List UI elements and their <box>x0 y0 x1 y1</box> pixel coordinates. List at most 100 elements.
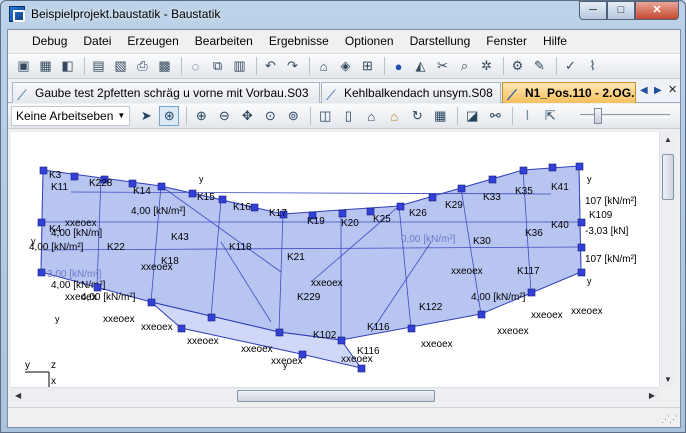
node-label: K43 <box>171 232 189 243</box>
svg-text:y: y <box>199 174 204 184</box>
scroll-left-icon[interactable]: ◀ <box>15 391 21 400</box>
support-label: xxeoex <box>421 339 453 350</box>
tool-icon[interactable]: ✎ <box>530 57 549 76</box>
tab-close-icon[interactable]: ✕ <box>668 83 677 96</box>
house-icon[interactable]: ⌂ <box>361 106 381 126</box>
pointer-icon[interactable]: ➤ <box>136 106 156 126</box>
scissors-icon[interactable]: ✂ <box>433 57 452 76</box>
load-label: 4,00 [kN/m²] <box>81 292 136 303</box>
node-label: K41 <box>551 182 569 193</box>
save-icon[interactable]: ▦ <box>36 57 55 76</box>
save-all-icon[interactable]: ◧ <box>58 57 77 76</box>
grid-icon[interactable]: ▦ <box>430 106 450 126</box>
svg-text:y: y <box>31 236 36 246</box>
structure-drawing: y z x xxeoex xxeoex xxeoex xxeoex xxeoex… <box>25 162 637 387</box>
tab-kehlbalkendach[interactable]: ⟋ Kehlbalkendach unsym.S08 <box>321 82 501 103</box>
menu-fenster[interactable]: Fenster <box>478 31 535 51</box>
plot-icon[interactable]: ⌇ <box>583 57 602 76</box>
new-icon[interactable]: ▣ <box>14 57 33 76</box>
horizontal-scrollbar[interactable]: ◀ ▶ <box>11 387 659 404</box>
vertical-scroll-thumb[interactable] <box>662 154 674 200</box>
axis-x-label: x <box>51 376 56 387</box>
load-label: 107 [kN/m²] <box>585 254 637 265</box>
export-icon[interactable]: ▩ <box>155 57 174 76</box>
load-label: 4,00 [kN/m²] <box>29 242 84 253</box>
horizontal-scroll-thumb[interactable] <box>237 390 435 402</box>
page-icon[interactable]: ▤ <box>89 57 108 76</box>
lasso-icon[interactable]: ◌ <box>186 57 205 76</box>
zoom-in-icon[interactable]: ⊕ <box>191 106 211 126</box>
zoom-all-icon[interactable]: ⊚ <box>283 106 303 126</box>
close-button[interactable]: ✕ <box>635 1 679 20</box>
zoom-out-icon[interactable]: ⊖ <box>214 106 234 126</box>
building-icon[interactable]: ⌂ <box>314 57 333 76</box>
tab-scroll-right-icon[interactable]: ▶ <box>654 85 662 96</box>
view-side-icon[interactable]: ▯ <box>338 106 358 126</box>
support-label: xxeoex <box>241 344 273 355</box>
pan-icon[interactable]: ✥ <box>237 106 257 126</box>
maximize-button[interactable]: □ <box>607 1 635 20</box>
menu-darstellung[interactable]: Darstellung <box>402 31 479 51</box>
menu-datei[interactable]: Datei <box>75 31 119 51</box>
work-plane-select[interactable]: Keine Arbeitseben ▼ <box>11 106 131 126</box>
support-label: xxeoex <box>103 314 135 325</box>
node-label: K40 <box>551 220 569 231</box>
paste-icon[interactable]: ▥ <box>230 57 249 76</box>
menu-debug[interactable]: Debug <box>24 31 75 51</box>
view-toolbar: Keine Arbeitseben ▼ ➤ ⊛ ⊕ ⊖ ✥ ⊙ ⊚ ◫ ▯ ⌂ … <box>8 104 680 129</box>
cube-icon[interactable]: ◈ <box>336 57 355 76</box>
zoom-window-icon[interactable]: ⊙ <box>260 106 280 126</box>
menu-bearbeiten[interactable]: Bearbeiten <box>187 31 261 51</box>
node-label: K19 <box>307 216 325 227</box>
resize-grip-icon[interactable]: ⋰⋰ <box>661 414 678 425</box>
check-icon[interactable]: ✓ <box>561 57 580 76</box>
menu-erzeugen[interactable]: Erzeugen <box>119 31 186 51</box>
house-load-icon[interactable]: ⌂ <box>384 106 404 126</box>
minimize-button[interactable]: ─ <box>579 1 607 20</box>
tab-label: N1_Pos.110 - 2.OG.F <box>525 86 636 100</box>
menu-hilfe[interactable]: Hilfe <box>535 31 575 51</box>
toolbar-separator <box>556 57 557 75</box>
svg-text:y: y <box>587 276 592 286</box>
window-title: Beispielprojekt.baustatik - Baustatik <box>31 7 221 21</box>
scroll-right-icon[interactable]: ▶ <box>649 391 655 400</box>
spring-icon[interactable]: ⦚ <box>517 106 537 126</box>
scroll-up-icon[interactable]: ▲ <box>664 135 672 144</box>
tab-n1-pos110[interactable]: ⟋ N1_Pos.110 - 2.OG.F <box>502 82 636 103</box>
redo-icon[interactable]: ↷ <box>283 57 302 76</box>
undo-icon[interactable]: ↶ <box>261 57 280 76</box>
app-icon <box>9 6 25 22</box>
rotate-icon[interactable]: ↻ <box>407 106 427 126</box>
tab-label: Gaube test 2pfetten schräg u vorne mit V… <box>35 86 309 100</box>
beam-icon[interactable]: ◭ <box>411 57 430 76</box>
vertical-scrollbar[interactable]: ▲ ▼ <box>659 132 676 387</box>
menu-ergebnisse[interactable]: Ergebnisse <box>261 31 337 51</box>
cursor-plus-icon[interactable]: ⇱ <box>540 106 560 126</box>
load-label: 3,00 [kN/m²] <box>47 269 102 280</box>
render-icon[interactable]: ◪ <box>462 106 482 126</box>
node-label: K15 <box>197 192 215 203</box>
node-label: K21 <box>287 252 305 263</box>
copy-icon[interactable]: ⧉ <box>208 57 227 76</box>
links-icon[interactable]: ⚯ <box>485 106 505 126</box>
select-node-icon[interactable]: ⊛ <box>159 106 180 126</box>
network-icon[interactable]: ⊞ <box>358 57 377 76</box>
model-canvas[interactable]: y z x xxeoex xxeoex xxeoex xxeoex xxeoex… <box>11 132 659 387</box>
toolbar-separator <box>186 107 188 125</box>
print-preview-icon[interactable]: ▧ <box>111 57 130 76</box>
print-icon[interactable]: ⎙ <box>133 57 152 76</box>
node-icon[interactable]: ✲ <box>477 57 496 76</box>
tab-scroll-left-icon[interactable]: ◀ <box>640 85 648 96</box>
tab-gaube-test[interactable]: ⟋ Gaube test 2pfetten schräg u vorne mit… <box>12 82 320 103</box>
settings-icon[interactable]: ⚙ <box>508 57 527 76</box>
menu-optionen[interactable]: Optionen <box>337 31 402 51</box>
node-label: K117 <box>517 266 540 277</box>
zoom-slider-thumb[interactable] <box>594 108 602 124</box>
sphere-icon[interactable]: ● <box>389 57 408 76</box>
node-label: K22 <box>107 242 125 253</box>
view-front-icon[interactable]: ◫ <box>315 106 335 126</box>
search-icon[interactable]: ⌕ <box>455 57 474 76</box>
scroll-down-icon[interactable]: ▼ <box>664 375 672 384</box>
work-plane-value: Keine Arbeitseben <box>16 109 114 123</box>
title-bar[interactable]: Beispielprojekt.baustatik - Baustatik ─ … <box>1 1 685 28</box>
